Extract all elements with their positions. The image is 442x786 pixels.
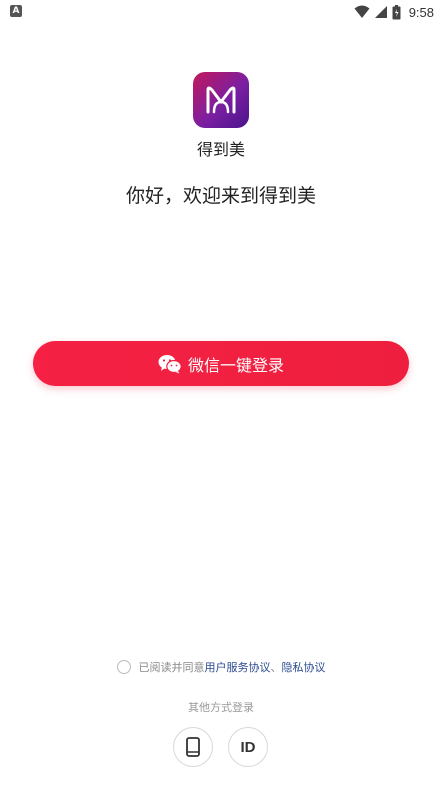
agreement-separator: 、 [270, 661, 282, 674]
wechat-login-button[interactable]: 微信一键登录 [33, 341, 409, 386]
app-name: 得到美 [196, 140, 245, 159]
id-login-label: ID [240, 738, 256, 756]
phone-login-button[interactable] [173, 727, 213, 767]
agreement-checkbox[interactable] [116, 660, 131, 674]
wifi-icon [354, 5, 370, 18]
privacy-policy-link[interactable]: 隐私协议 [282, 661, 326, 674]
signal-icon [374, 6, 387, 18]
notification-icon: A [10, 5, 22, 17]
user-agreement-link[interactable]: 用户服务协议 [205, 661, 271, 674]
status-bar: A 9:58 [0, 0, 442, 24]
battery-icon [392, 4, 401, 19]
notification-letter: A [12, 6, 20, 16]
clock: 9:58 [408, 4, 434, 20]
app-logo-icon [193, 72, 249, 128]
wechat-icon [158, 354, 182, 373]
wechat-login-label: 微信一键登录 [187, 355, 284, 375]
phone-icon [186, 737, 200, 757]
agreement-prefix: 已阅读并同意 [138, 661, 205, 674]
agreement-row: 已阅读并同意用户服务协议、隐私协议 [0, 657, 442, 677]
other-login-title: 其他方式登录 [188, 701, 254, 714]
status-bar-right: 9:58 [354, 3, 434, 21]
welcome-text: 你好，欢迎来到得到美 [125, 185, 316, 207]
id-login-button[interactable]: ID [228, 727, 268, 767]
